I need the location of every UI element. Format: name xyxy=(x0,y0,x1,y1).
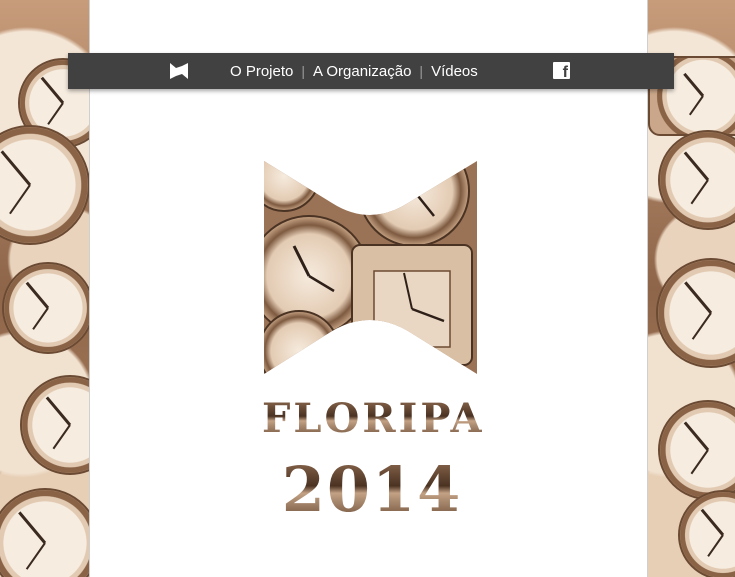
title-floripa: FLORIPA xyxy=(262,395,485,442)
top-navbar: O Projeto | A Organização | Vídeos f xyxy=(68,53,674,89)
m-logo-icon[interactable] xyxy=(170,63,188,79)
nav-link-videos[interactable]: Vídeos xyxy=(431,63,478,80)
nav-links: O Projeto | A Organização | Vídeos xyxy=(230,53,478,89)
nav-link-o-projeto[interactable]: O Projeto xyxy=(230,63,293,80)
facebook-icon[interactable]: f xyxy=(553,62,570,81)
title-year: 2014 xyxy=(262,453,482,526)
nav-link-a-organizacao[interactable]: A Organização xyxy=(313,63,411,80)
nav-separator: | xyxy=(419,63,424,79)
nav-separator: | xyxy=(301,63,306,79)
floripa-emblem-logo xyxy=(264,161,477,374)
